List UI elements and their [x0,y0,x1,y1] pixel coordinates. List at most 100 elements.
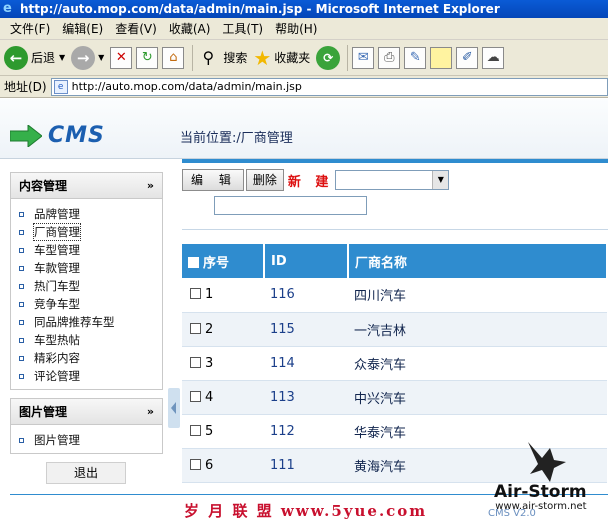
row-id[interactable]: 115 [264,312,348,347]
sidebar-collapse-handle[interactable] [168,388,180,428]
breadcrumb: 当前位置:/厂商管理 [180,131,293,146]
row-seq: 2 [205,321,214,337]
sidebar-item-images[interactable]: 图片管理 [19,431,162,449]
bullet-icon [19,319,24,325]
logout-button[interactable]: 退出 [46,462,126,484]
row-id[interactable]: 112 [264,414,348,449]
bullet-icon [19,355,24,361]
forward-button[interactable]: → ▼ [71,45,104,70]
messenger-icon[interactable]: ✐ [456,46,479,69]
select-all-checkbox[interactable] [188,256,199,268]
content-menu-list: 品牌管理 厂商管理 车型管理 车款管理 热门车型 竞争车型 同品牌推荐车型 车型… [11,199,162,389]
chevron-down-icon[interactable]: ▼ [432,171,449,189]
sidebar-item-same-brand[interactable]: 同品牌推荐车型 [19,313,162,331]
address-label: 地址(D) [4,80,47,94]
row-checkbox[interactable] [190,458,201,470]
air-storm-bird-logo-icon [528,442,566,482]
back-button[interactable]: ← 后退 ▼ [4,45,65,70]
row-seq-cell: 4 [182,380,264,415]
window-title: http://auto.mop.com/data/admin/main.jsp … [20,2,500,16]
cms-header: CMS 当前位置:/厂商管理 [0,99,608,159]
print-icon[interactable]: ⎙ [378,46,401,69]
sidebar-item-manufacturer[interactable]: 厂商管理 [19,223,162,241]
bullet-icon [19,373,24,379]
home-icon[interactable]: ⌂ [162,46,185,69]
row-seq-cell: 1 [182,278,264,313]
sidebar-item-competitors[interactable]: 竞争车型 [19,295,162,313]
mail-icon[interactable]: ✉ [352,46,375,69]
table-header-row: 序号 ID 厂商名称 [182,244,608,278]
edit-page-icon[interactable]: ✎ [404,46,427,69]
sidebar-item-hot-posts[interactable]: 车型热帖 [19,331,162,349]
toolbar-separator [347,44,349,71]
table-row: 1 116 四川汽车 [182,278,607,313]
ie-logo-icon: e [3,1,12,16]
menu-view[interactable]: 查看(V) [109,20,163,37]
row-name[interactable]: 四川汽车 [348,278,607,313]
menu-file[interactable]: 文件(F) [4,20,56,37]
header-name: 厂商名称 [348,244,608,278]
row-id[interactable]: 111 [264,448,348,483]
row-id[interactable]: 114 [264,346,348,381]
row-id[interactable]: 113 [264,380,348,415]
row-seq: 1 [205,287,214,303]
cms-logo-text: CMS [48,123,105,148]
row-checkbox[interactable] [190,322,201,334]
sidebar-item-style[interactable]: 车款管理 [19,259,162,277]
sidebar-item-comments[interactable]: 评论管理 [19,367,162,385]
sidebar-item-brand[interactable]: 品牌管理 [19,205,162,223]
table-row: 2 115 一汽吉林 [182,312,607,347]
image-management-panel: 图片管理 » 图片管理 [10,398,163,454]
content-panel-title: 内容管理 [19,179,68,193]
brand-url: www.air-storm.net [495,501,587,512]
row-name[interactable]: 众泰汽车 [348,346,607,381]
row-id[interactable]: 116 [264,278,348,313]
edit-button[interactable]: 编 辑 [182,169,244,191]
row-seq: 3 [205,355,214,371]
new-type-select[interactable]: ▼ [335,170,450,190]
refresh-icon[interactable]: ↻ [136,46,159,69]
discuss-icon[interactable] [430,46,453,69]
research-icon[interactable]: ☁ [482,46,505,69]
collapse-chevron-icon[interactable]: » [147,179,154,192]
row-checkbox[interactable] [190,288,201,300]
sidebar-item-label: 评论管理 [34,369,80,383]
sidebar-item-hot-models[interactable]: 热门车型 [19,277,162,295]
image-panel-header[interactable]: 图片管理 » [11,399,162,425]
search-button[interactable]: ⚲ 搜索 [197,47,247,69]
forward-dropdown-icon[interactable]: ▼ [98,53,104,62]
history-icon[interactable]: ⟳ [316,45,341,70]
bullet-icon [19,437,24,443]
sidebar-item-label: 热门车型 [34,279,80,293]
back-dropdown-icon[interactable]: ▼ [59,53,65,62]
content-panel-header[interactable]: 内容管理 » [11,173,162,199]
sidebar-item-featured[interactable]: 精彩内容 [19,349,162,367]
sidebar-item-model[interactable]: 车型管理 [19,241,162,259]
favorites-button[interactable]: ★ 收藏夹 [253,46,310,70]
header-seq-label: 序号 [203,255,230,271]
brand-name: Air-Storm [494,482,587,502]
delete-button[interactable]: 删除 [245,169,284,191]
divider [182,229,608,230]
new-name-input[interactable] [214,196,367,215]
menu-favorites[interactable]: 收藏(A) [163,20,217,37]
stop-icon[interactable]: ✕ [110,46,133,69]
row-checkbox[interactable] [190,356,201,368]
menu-help[interactable]: 帮助(H) [269,20,323,37]
row-name[interactable]: 中兴汽车 [348,380,607,415]
sidebar-item-label: 车型管理 [34,243,80,257]
collapse-chevron-icon[interactable]: » [147,405,154,418]
toolbar-separator [192,44,194,71]
row-checkbox[interactable] [190,390,201,402]
row-name[interactable]: 一汽吉林 [348,312,607,347]
bullet-icon [19,283,24,289]
row-checkbox[interactable] [190,424,201,436]
menu-tools[interactable]: 工具(T) [216,20,269,37]
address-input[interactable]: e http://auto.mop.com/data/admin/main.js… [50,77,608,96]
row-seq: 5 [205,423,214,439]
bullet-icon [19,229,24,235]
menu-edit[interactable]: 编辑(E) [56,20,109,37]
sidebar-item-label: 厂商管理 [33,223,81,241]
table-row: 3 114 众泰汽车 [182,346,607,381]
new-button[interactable]: 新 建 [288,171,334,190]
